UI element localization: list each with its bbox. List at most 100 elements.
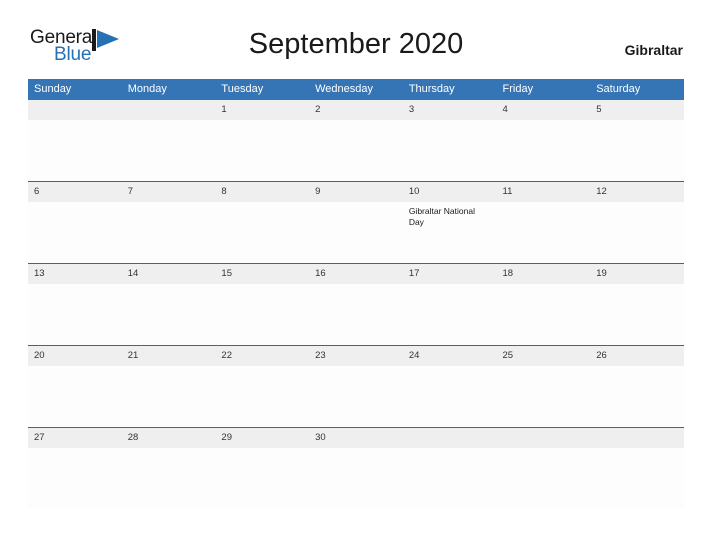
day-number: 5 bbox=[590, 100, 684, 120]
calendar-day-cell[interactable]: 5 bbox=[590, 100, 684, 182]
calendar-day-cell[interactable] bbox=[590, 427, 684, 509]
day-event: Gibraltar National Day bbox=[408, 206, 475, 227]
day-event bbox=[590, 284, 684, 288]
day-number: 12 bbox=[590, 182, 684, 202]
calendar-day-cell[interactable]: 2 bbox=[309, 100, 403, 182]
calendar-day-cell[interactable] bbox=[496, 427, 591, 509]
day-event bbox=[215, 366, 309, 370]
day-number: 27 bbox=[28, 428, 122, 448]
calendar-day-cell[interactable]: 1 bbox=[215, 100, 310, 182]
calendar-day-cell[interactable]: 10 Gibraltar National Day bbox=[402, 181, 497, 264]
day-cell-inner: 13 bbox=[28, 264, 122, 345]
day-number: 7 bbox=[121, 182, 216, 202]
day-cell-inner: 28 bbox=[121, 428, 216, 509]
day-cell-inner: 27 bbox=[28, 428, 122, 509]
day-event bbox=[497, 202, 591, 206]
calendar-day-cell[interactable]: 17 bbox=[402, 263, 497, 346]
day-cell-inner: 23 bbox=[309, 346, 403, 427]
calendar-day-cell[interactable]: 29 bbox=[215, 427, 310, 509]
day-cell-inner: 21 bbox=[121, 346, 216, 427]
calendar-day-cell[interactable]: 12 bbox=[590, 181, 684, 264]
calendar-table: Sunday Monday Tuesday Wednesday Thursday… bbox=[28, 79, 684, 509]
day-cell-inner: 11 bbox=[496, 182, 591, 263]
calendar-day-cell[interactable] bbox=[28, 100, 122, 182]
calendar-week-row: 13 14 15 16 17 18 19 bbox=[28, 263, 684, 346]
day-cell-inner: 8 bbox=[215, 182, 310, 263]
day-event bbox=[122, 284, 216, 288]
calendar-day-cell[interactable]: 19 bbox=[590, 263, 684, 346]
calendar-day-cell[interactable]: 13 bbox=[28, 263, 122, 346]
day-cell-inner bbox=[590, 428, 684, 509]
weekday-header-monday: Monday bbox=[121, 79, 216, 100]
calendar-day-cell[interactable]: 21 bbox=[121, 345, 216, 428]
day-cell-inner: 3 bbox=[402, 100, 497, 181]
calendar-day-cell[interactable]: 14 bbox=[121, 263, 216, 346]
calendar-day-cell[interactable]: 24 bbox=[402, 345, 497, 428]
day-event bbox=[403, 366, 497, 370]
day-cell-inner: 29 bbox=[215, 428, 310, 509]
day-cell-inner: 19 bbox=[590, 264, 684, 345]
calendar-day-cell[interactable]: 9 bbox=[309, 181, 403, 264]
day-event bbox=[403, 448, 497, 452]
day-number: 26 bbox=[590, 346, 684, 366]
day-number: 30 bbox=[309, 428, 403, 448]
day-event bbox=[497, 366, 591, 370]
day-cell-inner: 10 Gibraltar National Day bbox=[402, 182, 497, 263]
day-cell-inner: 25 bbox=[496, 346, 591, 427]
calendar-day-cell[interactable] bbox=[402, 427, 497, 509]
day-number: 3 bbox=[402, 100, 497, 120]
day-number: 25 bbox=[496, 346, 591, 366]
calendar-day-cell[interactable]: 23 bbox=[309, 345, 403, 428]
day-event bbox=[403, 284, 497, 288]
calendar-day-cell[interactable]: 7 bbox=[121, 181, 216, 264]
calendar-day-cell[interactable]: 30 bbox=[309, 427, 403, 509]
calendar-day-cell[interactable]: 16 bbox=[309, 263, 403, 346]
calendar-day-cell[interactable]: 4 bbox=[496, 100, 591, 182]
calendar-day-cell[interactable] bbox=[121, 100, 216, 182]
calendar-day-cell[interactable]: 26 bbox=[590, 345, 684, 428]
day-cell-inner: 14 bbox=[121, 264, 216, 345]
day-event bbox=[122, 448, 216, 452]
calendar-day-cell[interactable]: 27 bbox=[28, 427, 122, 509]
calendar-week-row: 6 7 8 9 10 Gibraltar National Day 11 12 bbox=[28, 181, 684, 264]
page-header: General Blue September 2020 Gibraltar bbox=[0, 0, 712, 64]
day-cell-inner: 4 bbox=[496, 100, 591, 181]
calendar-day-cell[interactable]: 15 bbox=[215, 263, 310, 346]
day-event bbox=[122, 366, 216, 370]
calendar-day-cell[interactable]: 28 bbox=[121, 427, 216, 509]
day-cell-inner: 1 bbox=[215, 100, 310, 181]
day-event bbox=[122, 120, 216, 124]
calendar-body: 1 2 3 4 5 6 7 8 9 10 Gibraltar National … bbox=[28, 100, 684, 509]
calendar-day-cell[interactable]: 18 bbox=[496, 263, 591, 346]
day-number bbox=[496, 428, 591, 448]
day-cell-inner: 18 bbox=[496, 264, 591, 345]
day-number: 20 bbox=[28, 346, 122, 366]
day-number bbox=[402, 428, 497, 448]
day-number: 10 bbox=[402, 182, 497, 202]
day-number: 19 bbox=[590, 264, 684, 284]
calendar-week-row: 1 2 3 4 5 bbox=[28, 100, 684, 182]
calendar-day-cell[interactable]: 22 bbox=[215, 345, 310, 428]
day-cell-inner: 16 bbox=[309, 264, 403, 345]
calendar-week-row: 20 21 22 23 24 25 26 bbox=[28, 345, 684, 428]
weekday-header-friday: Friday bbox=[496, 79, 591, 100]
day-number bbox=[121, 100, 216, 120]
day-event bbox=[590, 448, 684, 452]
country-label: Gibraltar bbox=[624, 42, 683, 58]
calendar-day-cell[interactable]: 8 bbox=[215, 181, 310, 264]
day-cell-inner bbox=[402, 428, 497, 509]
day-event bbox=[309, 448, 403, 452]
day-event bbox=[309, 284, 403, 288]
calendar-day-cell[interactable]: 25 bbox=[496, 345, 591, 428]
calendar-day-cell[interactable]: 3 bbox=[402, 100, 497, 182]
calendar-day-cell[interactable]: 20 bbox=[28, 345, 122, 428]
day-number: 4 bbox=[496, 100, 591, 120]
day-number: 6 bbox=[28, 182, 122, 202]
day-number: 2 bbox=[309, 100, 403, 120]
day-cell-inner: 24 bbox=[402, 346, 497, 427]
day-number: 16 bbox=[309, 264, 403, 284]
calendar-day-cell[interactable]: 6 bbox=[28, 181, 122, 264]
day-event bbox=[28, 448, 122, 452]
calendar-day-cell[interactable]: 11 bbox=[496, 181, 591, 264]
day-number bbox=[590, 428, 684, 448]
